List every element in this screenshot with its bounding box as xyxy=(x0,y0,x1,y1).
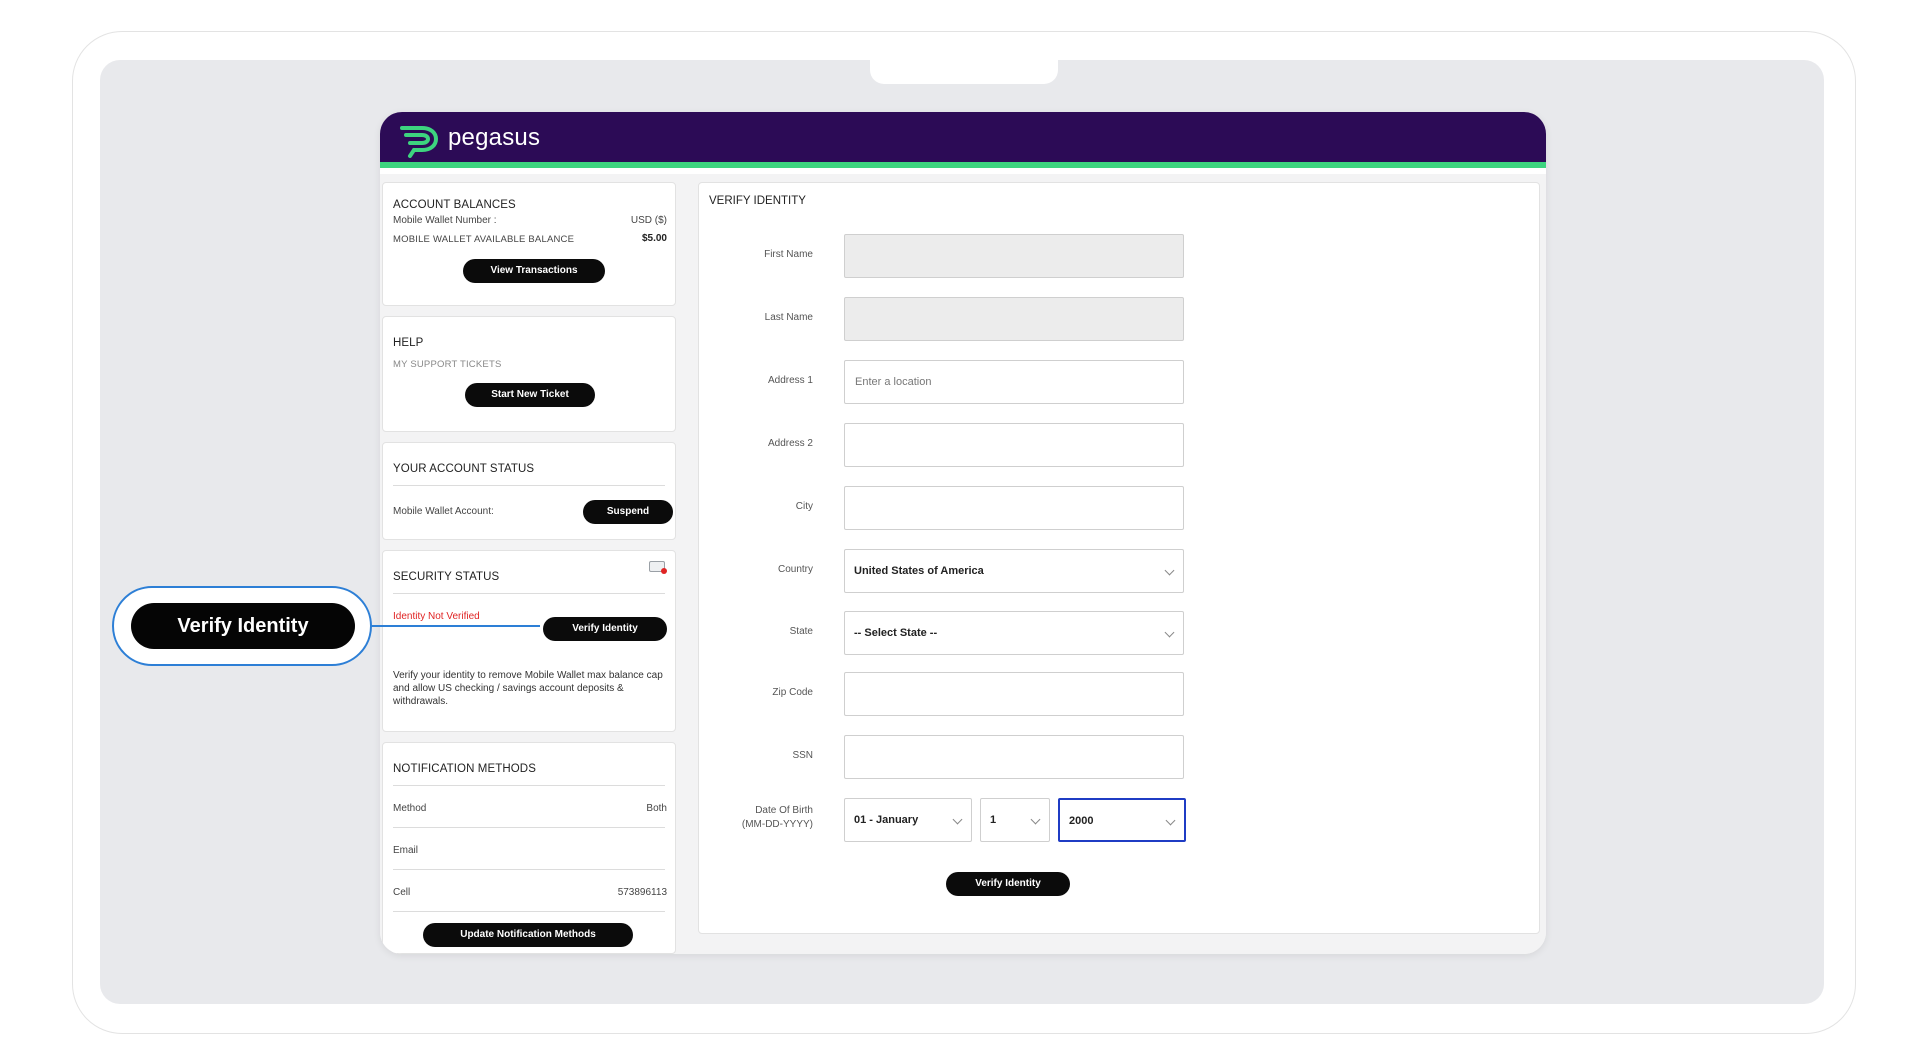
callout-bubble: Verify Identity xyxy=(112,586,372,666)
id-card-icon xyxy=(649,561,667,574)
account-balances-card: ACCOUNT BALANCES Mobile Wallet Number : … xyxy=(382,182,676,306)
ssn-label: SSN xyxy=(792,750,813,761)
currency-label: USD ($) xyxy=(630,215,667,226)
app-window: pegasus ACCOUNT BALANCES Mobile Wallet N… xyxy=(380,112,1546,954)
dob-month-value: 01 - January xyxy=(854,814,919,826)
verify-identity-sidebar-button[interactable]: Verify Identity xyxy=(543,617,667,641)
start-new-ticket-button[interactable]: Start New Ticket xyxy=(465,383,595,407)
suspend-button[interactable]: Suspend xyxy=(583,500,673,524)
first-name-label: First Name xyxy=(764,249,813,260)
last-name-label: Last Name xyxy=(764,312,813,323)
chevron-down-icon xyxy=(1165,815,1176,826)
divider xyxy=(393,785,665,786)
dob-label: Date Of Birth xyxy=(755,805,813,816)
update-notification-methods-button[interactable]: Update Notification Methods xyxy=(423,923,633,947)
support-tickets-link[interactable]: MY SUPPORT TICKETS xyxy=(393,359,501,370)
dob-month-select[interactable]: 01 - January xyxy=(844,798,972,842)
zip-code-input[interactable] xyxy=(844,672,1184,716)
security-description: Verify your identity to remove Mobile Wa… xyxy=(393,670,663,707)
security-status-card: SECURITY STATUS Identity Not Verified Ve… xyxy=(382,550,676,732)
top-bar: pegasus xyxy=(380,112,1546,168)
wallet-number-label: Mobile Wallet Number : xyxy=(393,215,497,226)
zip-code-label: Zip Code xyxy=(772,687,813,698)
country-select[interactable]: United States of America xyxy=(844,549,1184,593)
state-select[interactable]: -- Select State -- xyxy=(844,611,1184,655)
notification-methods-card: NOTIFICATION METHODS Method Both Email C… xyxy=(382,742,676,954)
verify-identity-submit-button[interactable]: Verify Identity xyxy=(946,872,1070,896)
state-label: State xyxy=(789,626,813,637)
method-value: Both xyxy=(646,803,667,814)
chevron-down-icon xyxy=(1164,565,1175,576)
callout-connector xyxy=(370,625,540,627)
help-title: HELP xyxy=(393,337,424,349)
content-area: ACCOUNT BALANCES Mobile Wallet Number : … xyxy=(380,174,1546,954)
divider xyxy=(393,869,665,870)
account-balances-title: ACCOUNT BALANCES xyxy=(393,199,516,211)
first-name-input xyxy=(844,234,1184,278)
account-status-card: YOUR ACCOUNT STATUS Mobile Wallet Accoun… xyxy=(382,442,676,540)
security-status-title: SECURITY STATUS xyxy=(393,571,500,583)
divider xyxy=(393,827,665,828)
notification-methods-title: NOTIFICATION METHODS xyxy=(393,763,536,775)
country-label: Country xyxy=(777,564,813,575)
method-label: Method xyxy=(393,803,427,814)
city-input[interactable] xyxy=(844,486,1184,530)
dob-day-value: 1 xyxy=(990,814,997,826)
divider xyxy=(393,485,665,486)
address1-placeholder: Enter a location xyxy=(855,376,932,388)
state-value: -- Select State -- xyxy=(854,627,938,639)
address1-label: Address 1 xyxy=(767,375,813,386)
verify-identity-title: VERIFY IDENTITY xyxy=(709,195,806,207)
address1-input[interactable]: Enter a location xyxy=(844,360,1184,404)
dob-year-select[interactable]: 2000 xyxy=(1058,798,1186,842)
pegasus-logo-icon xyxy=(400,126,438,158)
cell-label: Cell xyxy=(393,887,411,898)
dob-day-select[interactable]: 1 xyxy=(980,798,1050,842)
chevron-down-icon xyxy=(1164,627,1175,638)
chevron-down-icon xyxy=(952,814,963,825)
divider xyxy=(393,911,665,912)
identity-status-text: Identity Not Verified xyxy=(393,611,480,622)
help-card: HELP MY SUPPORT TICKETS Start New Ticket xyxy=(382,316,676,432)
callout-verify-identity-label: Verify Identity xyxy=(131,603,355,649)
address2-label: Address 2 xyxy=(767,438,813,449)
address2-input[interactable] xyxy=(844,423,1184,467)
available-balance-label: MOBILE WALLET AVAILABLE BALANCE xyxy=(393,234,575,245)
view-transactions-button[interactable]: View Transactions xyxy=(463,259,605,283)
account-status-title: YOUR ACCOUNT STATUS xyxy=(393,463,535,475)
wallet-account-label: Mobile Wallet Account: xyxy=(393,506,494,517)
country-value: United States of America xyxy=(854,565,984,577)
ssn-input[interactable] xyxy=(844,735,1184,779)
divider xyxy=(393,593,665,594)
device-notch xyxy=(870,58,1058,84)
city-label: City xyxy=(795,501,813,512)
available-balance-value: $5.00 xyxy=(641,233,667,244)
dob-format-label: (MM-DD-YYYY) xyxy=(741,819,813,830)
brand-name: pegasus xyxy=(448,124,541,151)
cell-value: 573896113 xyxy=(617,887,667,898)
dob-year-value: 2000 xyxy=(1069,815,1094,827)
email-label: Email xyxy=(393,845,419,856)
verify-identity-form: VERIFY IDENTITY First Name Last Name Add… xyxy=(698,182,1540,934)
last-name-input xyxy=(844,297,1184,341)
chevron-down-icon xyxy=(1030,814,1041,825)
